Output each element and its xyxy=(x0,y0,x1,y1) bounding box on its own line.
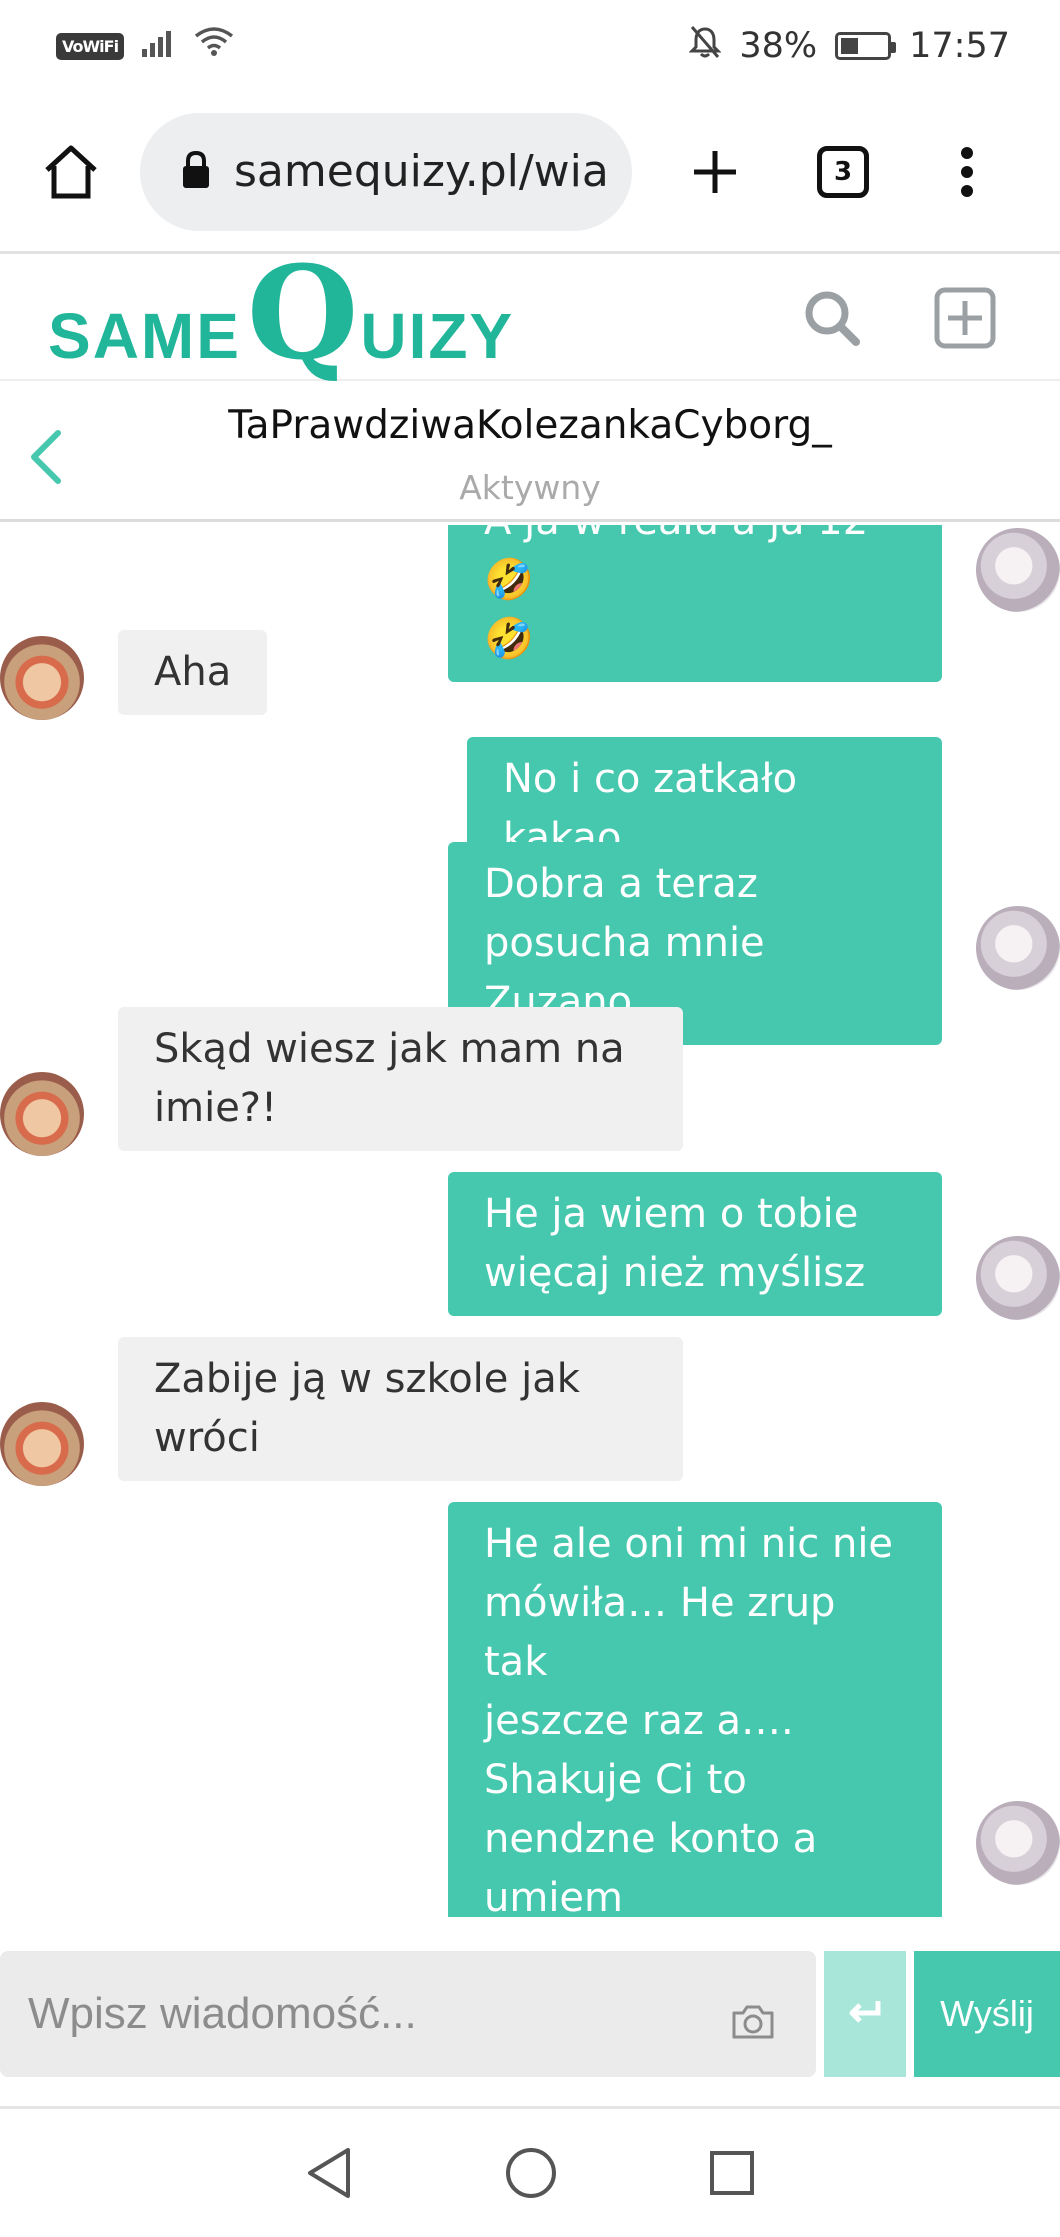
lock-icon xyxy=(180,150,212,194)
site-header: SAME Q UIZY xyxy=(0,238,1060,389)
message-input[interactable] xyxy=(0,1951,816,2077)
page: VoWiFi 38% 17:57 samequizy.pl/wia 3 SAME… xyxy=(0,0,1060,2237)
menu-dots-icon[interactable] xyxy=(924,129,1010,215)
vowifi-badge: VoWiFi xyxy=(56,32,125,60)
add-quiz-icon[interactable] xyxy=(934,287,996,349)
contact-status: Aktywny xyxy=(459,468,601,507)
avatar[interactable] xyxy=(0,1072,84,1156)
avatar[interactable] xyxy=(976,528,1060,612)
tabs-icon[interactable]: 3 xyxy=(800,129,886,215)
camera-icon[interactable] xyxy=(730,2003,776,2045)
browser-toolbar: samequizy.pl/wia 3 xyxy=(0,92,1060,254)
message-bubble-sent: He ale oni mi nic nie mówiła… He zrup ta… xyxy=(448,1502,942,1917)
send-button[interactable]: Wyślij xyxy=(914,1951,1060,2077)
home-circle-icon[interactable] xyxy=(504,2146,558,2200)
message-bubble-sent: A ja w realu a ja 12 🤣 🤣 xyxy=(448,525,942,682)
logo-q: Q xyxy=(246,238,361,389)
system-nav-bar xyxy=(0,2106,1060,2237)
back-triangle-icon[interactable] xyxy=(304,2146,354,2200)
url-text: samequizy.pl/wia xyxy=(234,146,609,197)
plus-icon[interactable] xyxy=(672,129,758,215)
battery-icon xyxy=(835,32,897,60)
search-icon[interactable] xyxy=(802,288,862,348)
avatar[interactable] xyxy=(976,906,1060,990)
battery-percent: 38% xyxy=(739,26,818,66)
logo-uizy: UIZY xyxy=(360,299,515,372)
message-list[interactable]: A ja w realu a ja 12 🤣 🤣 Aha No i co zat… xyxy=(0,525,1060,1917)
wifi-icon xyxy=(194,26,234,67)
contact-name[interactable]: TaPrawdziwaKolezankaCyborg_ xyxy=(0,403,1060,448)
home-icon[interactable] xyxy=(28,129,114,215)
signal-icon xyxy=(142,26,176,66)
tab-count: 3 xyxy=(817,145,869,198)
avatar[interactable] xyxy=(976,1801,1060,1885)
message-bubble-received: Zabije ją w szkole jak wróci xyxy=(118,1337,683,1481)
address-bar[interactable]: samequizy.pl/wia xyxy=(140,112,632,231)
message-bubble-received: Aha xyxy=(118,630,268,715)
avatar[interactable] xyxy=(976,1236,1060,1320)
chat-header: TaPrawdziwaKolezankaCyborg_ Aktywny xyxy=(0,383,1060,522)
mute-notifications-icon xyxy=(688,25,722,68)
enter-key-icon xyxy=(848,1999,882,2029)
clock: 17:57 xyxy=(909,26,1010,66)
battery-level xyxy=(841,38,858,54)
site-logo[interactable]: SAME Q UIZY xyxy=(48,238,515,389)
logo-same: SAME xyxy=(48,299,241,372)
recents-square-icon[interactable] xyxy=(708,2149,756,2197)
message-bubble-received: Skąd wiesz jak mam na imie?! xyxy=(118,1007,683,1151)
status-bar: VoWiFi 38% 17:57 xyxy=(0,0,1060,92)
message-composer: Wyślij xyxy=(0,1951,1060,2077)
enter-key-button[interactable] xyxy=(824,1951,906,2077)
avatar[interactable] xyxy=(0,1402,84,1486)
avatar[interactable] xyxy=(0,636,84,720)
message-bubble-sent: He ja wiem o tobie więcaj nież myślisz xyxy=(448,1172,942,1316)
